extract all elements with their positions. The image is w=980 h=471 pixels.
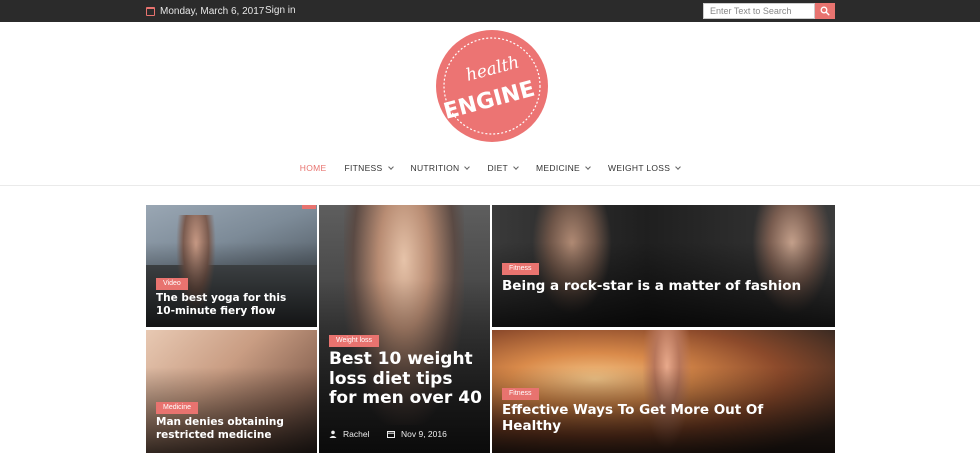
post-card-rock-star[interactable]: Fitness Being a rock-star is a matter of…: [492, 205, 835, 327]
sign-in-link[interactable]: Sign in: [265, 4, 296, 18]
post-title[interactable]: Man denies obtaining restricted medicine: [156, 416, 311, 442]
category-badge[interactable]: Medicine: [156, 402, 199, 414]
post-card-effective-ways[interactable]: Fitness Effective Ways To Get More Out O…: [492, 330, 835, 453]
post-title[interactable]: Being a rock-star is a matter of fashion: [502, 278, 802, 294]
main-nav: HOME FITNESS NUTRITION DIET MEDICINE WEI…: [0, 156, 980, 180]
nav-weight-loss[interactable]: WEIGHT LOSS: [599, 163, 689, 173]
search-input[interactable]: [703, 3, 815, 19]
category-badge[interactable]: Weight loss: [329, 335, 380, 347]
nav-medicine[interactable]: MEDICINE: [527, 163, 599, 173]
calendar-icon: [387, 431, 395, 438]
post-title[interactable]: Effective Ways To Get More Out Of Health…: [502, 402, 802, 434]
category-badge[interactable]: Fitness: [502, 388, 539, 400]
calendar-icon: [146, 6, 155, 16]
post-card-medicine[interactable]: Medicine Man denies obtaining restricted…: [146, 330, 317, 453]
post-date: Nov 9, 2016: [387, 429, 447, 439]
nav-label: HOME: [299, 163, 327, 173]
post-title[interactable]: Best 10 weight loss diet tips for men ov…: [329, 349, 484, 409]
post-card-weight-loss[interactable]: Weight loss Best 10 weight loss diet tip…: [319, 205, 490, 453]
chevron-down-icon: [513, 163, 519, 170]
nav-label: WEIGHT LOSS: [608, 163, 671, 173]
nav-divider: [0, 185, 980, 186]
post-card-yoga[interactable]: Video The best yoga for this 10-minute f…: [146, 205, 317, 327]
nav-nutrition[interactable]: NUTRITION: [402, 163, 479, 173]
nav-label: DIET: [487, 163, 509, 173]
nav-home[interactable]: HOME: [291, 163, 336, 173]
chevron-down-icon: [387, 163, 394, 170]
author-name: Rachel: [343, 429, 370, 439]
chevron-down-icon: [585, 163, 591, 170]
chevron-down-icon: [675, 163, 682, 170]
user-icon: [329, 430, 337, 438]
nav-label: MEDICINE: [536, 163, 581, 173]
search-icon: [820, 6, 830, 16]
category-badge[interactable]: Video: [156, 278, 188, 290]
nav-diet[interactable]: DIET: [478, 163, 527, 173]
chevron-down-icon: [464, 163, 471, 170]
top-bar: Monday, March 6, 2017 Sign in: [0, 0, 980, 22]
nav-label: FITNESS: [344, 163, 383, 173]
category-badge[interactable]: Fitness: [502, 263, 539, 275]
date-display: Monday, March 6, 2017: [146, 4, 264, 18]
date-text: Monday, March 6, 2017: [160, 5, 265, 17]
nav-label: NUTRITION: [410, 163, 460, 173]
date-text: Nov 9, 2016: [401, 429, 447, 439]
nav-fitness[interactable]: FITNESS: [336, 163, 402, 173]
post-title[interactable]: The best yoga for this 10-minute fiery f…: [156, 292, 306, 318]
search-button[interactable]: [815, 3, 835, 19]
site-logo[interactable]: health ENGINE: [433, 29, 551, 143]
post-author[interactable]: Rachel: [329, 429, 369, 439]
